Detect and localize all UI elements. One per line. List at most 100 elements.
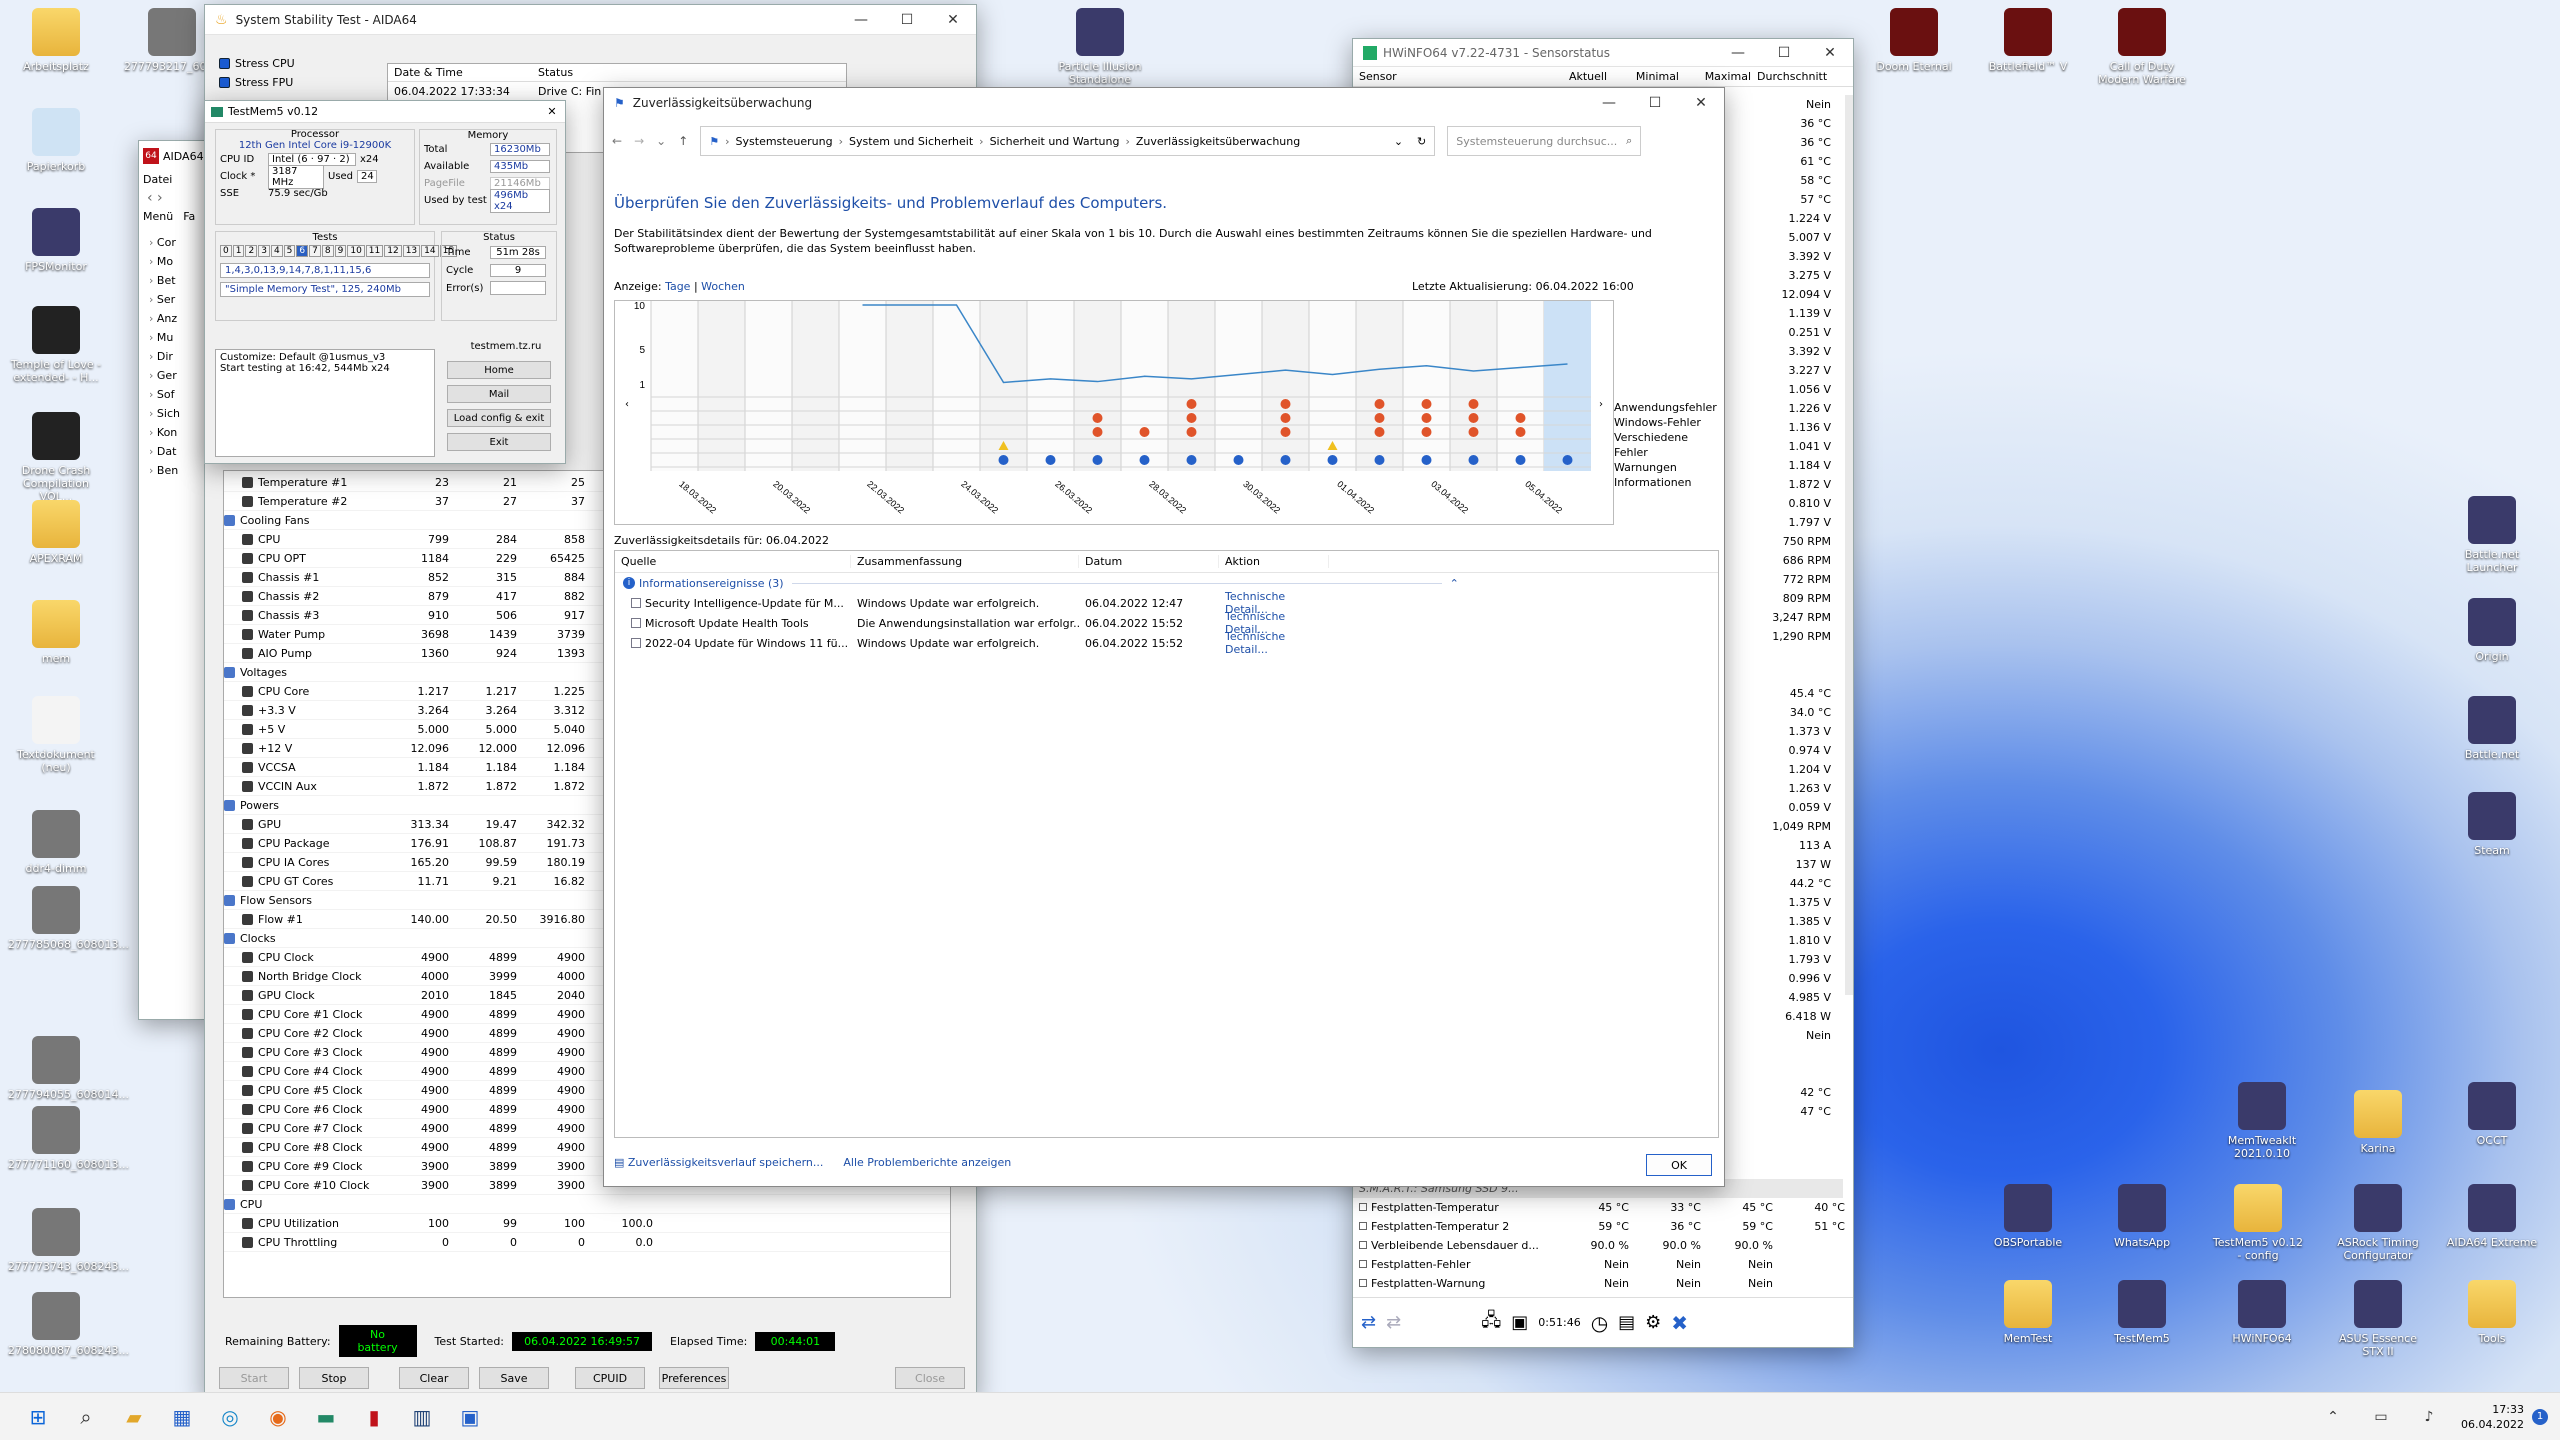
hwinfo-row[interactable]: 5.007 V5.007 V xyxy=(1725,228,1831,247)
home-button[interactable]: Home xyxy=(447,361,551,379)
hwinfo-close-button[interactable]: ✕ xyxy=(1807,38,1853,68)
ok-button[interactable]: OK xyxy=(1646,1154,1712,1176)
hwinfo-row[interactable]: 3.392 V3.392 V xyxy=(1725,342,1831,361)
info-marker[interactable] xyxy=(1468,455,1479,465)
memtest-taskbar-icon[interactable]: ▬ xyxy=(306,1397,346,1437)
test-box[interactable]: 12 xyxy=(384,245,402,257)
day-column[interactable] xyxy=(651,301,698,471)
error-marker[interactable] xyxy=(1374,413,1385,423)
stress-cpu-checkbox[interactable]: Stress CPU xyxy=(219,57,295,76)
hwinfo-row[interactable]: 1,049 RPM xyxy=(1725,817,1831,836)
desktop-icon[interactable]: Particle Illusion Standalone xyxy=(1052,8,1148,86)
desktop-icon[interactable]: 277771160_608013... xyxy=(8,1106,129,1171)
aida64-tree-item[interactable]: › Cor xyxy=(149,233,209,252)
day-column[interactable] xyxy=(792,301,839,471)
search-taskbar-icon[interactable]: ⌕ xyxy=(66,1397,106,1437)
network-tray-icon[interactable]: ▭ xyxy=(2361,1397,2401,1437)
smart-row[interactable]: Festplatten-Temperatur 45 °C 33 °C 45 °C 40 … xyxy=(1353,1198,1845,1217)
hwinfo-row[interactable]: 772 RPM772 RPM xyxy=(1725,570,1831,589)
firefox-icon[interactable]: ◉ xyxy=(258,1397,298,1437)
desktop-icon[interactable]: Battle.net Launcher xyxy=(2444,496,2540,574)
hwinfo-col-sensor[interactable]: Sensor xyxy=(1353,70,1541,83)
info-marker[interactable] xyxy=(998,455,1009,465)
aida64-tree-item[interactable]: › Anz xyxy=(149,309,209,328)
sensor-row[interactable]: CPU Throttling 0 0 0 0.0 xyxy=(224,1233,950,1252)
desktop-icon[interactable]: mem xyxy=(8,600,104,665)
desktop-icon[interactable]: ddr4-dimm xyxy=(8,810,104,875)
info-marker[interactable] xyxy=(1421,455,1432,465)
collapse-icon[interactable]: ⌃ xyxy=(1450,577,1459,590)
desktop-icon[interactable]: ASUS Essence STX II xyxy=(2330,1280,2426,1358)
hwinfo-exit-icon[interactable]: ✖ xyxy=(1671,1311,1688,1335)
hwinfo-row[interactable]: 809 RPM809 RPM xyxy=(1725,589,1831,608)
mail-button[interactable]: Mail xyxy=(447,385,551,403)
info-marker[interactable] xyxy=(1139,455,1150,465)
desktop-icon[interactable]: Karina xyxy=(2330,1090,2426,1155)
desktop-icon[interactable]: Battle.net xyxy=(2444,696,2540,761)
hwinfo-row[interactable]: NeinNein xyxy=(1725,95,1831,114)
error-marker[interactable] xyxy=(1421,399,1432,409)
error-marker[interactable] xyxy=(1186,413,1197,423)
hwinfo-row[interactable]: 34.0 °C xyxy=(1725,703,1831,722)
test-box[interactable]: 8 xyxy=(321,245,334,257)
desktop-icon[interactable]: MemTweakIt 2021.0.10 xyxy=(2214,1082,2310,1160)
col-summary[interactable]: Zusammenfassung xyxy=(851,555,1079,568)
error-marker[interactable] xyxy=(1468,413,1479,423)
hwinfo-col-max[interactable]: Maximal xyxy=(1685,70,1757,83)
up-icon[interactable]: ↑ xyxy=(678,134,688,148)
hwinfo-row[interactable]: 1.793 V xyxy=(1725,950,1831,969)
test-box[interactable]: 2 xyxy=(245,245,258,257)
aida64-tree-item[interactable]: › Sich xyxy=(149,404,209,423)
day-column[interactable] xyxy=(1027,301,1074,471)
exit-button[interactable]: Exit xyxy=(447,433,551,451)
layout-icon[interactable]: ▣ xyxy=(1511,1312,1528,1333)
stress-fpu-checkbox[interactable]: Stress FPU xyxy=(219,76,295,95)
view-days-link[interactable]: Tage xyxy=(665,280,690,293)
crumb-reliability[interactable]: Zuverlässigkeitsüberwachung xyxy=(1136,135,1300,148)
desktop-icon[interactable]: HWiNFO64 xyxy=(2214,1280,2310,1345)
info-marker[interactable] xyxy=(1045,455,1056,465)
clock-icon[interactable]: ◷ xyxy=(1591,1311,1608,1335)
info-marker[interactable] xyxy=(1280,455,1291,465)
back-forward-icons[interactable]: ‹ › xyxy=(139,188,209,208)
desktop-icon[interactable]: Steam xyxy=(2444,792,2540,857)
col-date[interactable]: Datum xyxy=(1079,555,1219,568)
hwinfo-row[interactable]: 3.275 V3.275 V xyxy=(1725,266,1831,285)
test-box[interactable]: 3 xyxy=(258,245,270,257)
desktop-icon[interactable]: APEXRAM xyxy=(8,500,104,565)
aida64-tree-item[interactable]: › Mo xyxy=(149,252,209,271)
table-row[interactable]: 2022-04 Update für Windows 11 fü... Windo… xyxy=(615,630,1718,656)
crumb-security-maintenance[interactable]: Sicherheit und Wartung xyxy=(990,135,1120,148)
hwinfo-row[interactable]: 1.263 V xyxy=(1725,779,1831,798)
desktop-icon[interactable]: 278080087_608243... xyxy=(8,1292,129,1357)
hwinfo-row[interactable]: 44.2 °C xyxy=(1725,874,1831,893)
aida64-tree-item[interactable]: › Bet xyxy=(149,271,209,290)
day-column[interactable] xyxy=(698,301,745,471)
test-box[interactable]: 7 xyxy=(309,245,321,257)
sensor-row[interactable]: CPU Utilization 100 99 100 100.0 xyxy=(224,1214,950,1233)
error-marker[interactable] xyxy=(1374,427,1385,437)
hwinfo-taskbar-icon[interactable]: ▥ xyxy=(402,1397,442,1437)
test-box[interactable]: 6 xyxy=(296,245,309,257)
desktop-icon[interactable]: TestMem5 v0.12 - config xyxy=(2210,1184,2306,1262)
info-marker[interactable] xyxy=(1327,455,1338,465)
hwinfo-row[interactable]: 0.059 V xyxy=(1725,798,1831,817)
hwinfo-maximize-button[interactable]: ☐ xyxy=(1761,38,1807,68)
hwinfo-row[interactable]: 1.224 V1.224 V xyxy=(1725,209,1831,228)
aida64-tree-item[interactable]: › Dat xyxy=(149,442,209,461)
hwinfo-col-avg[interactable]: Durchschnitt xyxy=(1757,70,1829,83)
desktop-icon[interactable]: Battlefield™ V xyxy=(1980,8,2076,73)
hwinfo-row[interactable]: 1.204 V xyxy=(1725,760,1831,779)
crumb-control-panel[interactable]: Systemsteuerung xyxy=(736,135,833,148)
hwinfo-row[interactable]: 1.810 V xyxy=(1725,931,1831,950)
hwinfo-row[interactable]: Nein xyxy=(1725,1026,1831,1045)
address-dropdown-icon[interactable]: ⌄ xyxy=(1394,135,1403,148)
aida64-taskbar-icon[interactable]: ▮ xyxy=(354,1397,394,1437)
sensor-group[interactable]: CPU xyxy=(224,1195,950,1214)
stability-chart[interactable]: 10 5 1 ‹ › 18.03.2022 20.03.2022 22.03.2022 24.0… xyxy=(614,300,1614,525)
error-marker[interactable] xyxy=(1374,399,1385,409)
hwinfo-row[interactable]: 0.810 V0.810 V xyxy=(1725,494,1831,513)
hwinfo-row[interactable]: 1,290 RPM1,290 RPM xyxy=(1725,627,1831,646)
save-button[interactable]: Save xyxy=(479,1367,549,1389)
chart-scroll-left-icon[interactable]: ‹ xyxy=(625,399,629,410)
